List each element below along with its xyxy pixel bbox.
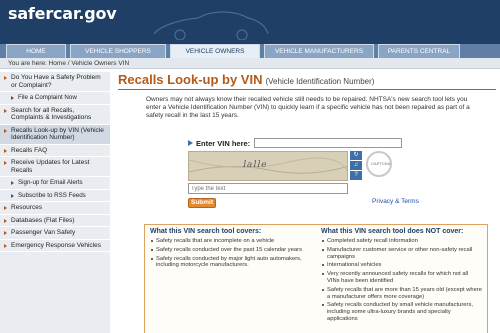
arrow-bullet-icon	[11, 96, 14, 100]
tab-parents-central[interactable]: PARENTS CENTRAL	[378, 44, 460, 58]
title-divider	[118, 89, 496, 90]
arrow-bullet-icon	[11, 193, 14, 198]
list-item: Safety recalls conducted by small vehicl…	[321, 302, 482, 322]
not-covers-title: What this VIN search tool does NOT cover…	[321, 228, 464, 235]
captcha-input[interactable]	[188, 183, 348, 194]
sidebar-item-label: Do You Have a Safety Problem or Complain…	[11, 74, 101, 89]
sidebar-item-recalls-by-vin[interactable]: Recalls Look-up by VIN (Vehicle Identifi…	[0, 124, 110, 145]
main-content: Recalls Look-up by VIN (Vehicle Identific…	[118, 72, 496, 333]
refresh-icon[interactable]: ↻	[350, 151, 362, 160]
sidebar-item-label: Recalls FAQ	[11, 146, 48, 154]
sidebar-item-resources[interactable]: Resources	[0, 202, 110, 215]
arrow-bullet-icon	[4, 243, 7, 248]
sidebar-item-recalls-faq[interactable]: Recalls FAQ	[0, 145, 110, 157]
sidebar-item-label: Emergency Response Vehicles	[11, 241, 101, 249]
sidebar-item-label: Receive Updates for Latest Recalls	[11, 159, 90, 174]
audio-icon[interactable]: ♫	[350, 161, 362, 170]
sidebar-item-label: Search for all Recalls, Complaints & Inv…	[11, 106, 92, 122]
tab-vehicle-manufacturers[interactable]: VEHICLE MANUFACTURERS	[264, 44, 374, 58]
arrow-bullet-icon	[4, 148, 7, 153]
covers-column: What this VIN search tool covers: Safety…	[145, 225, 316, 333]
list-item: Safety recalls conducted over the past 1…	[150, 247, 311, 254]
list-item: Safety recalls conducted by major light …	[150, 256, 311, 270]
not-covers-list: Completed safety recall information Manu…	[321, 238, 482, 323]
list-item: Completed safety recall information	[321, 238, 482, 245]
sidebar-item-databases[interactable]: Databases (Flat Files)	[0, 215, 110, 227]
coverage-box: What this VIN search tool covers: Safety…	[144, 224, 488, 333]
sidebar-item-receive-updates[interactable]: Receive Updates for Latest Recalls	[0, 157, 110, 177]
arrow-right-icon	[188, 140, 193, 146]
list-item: Manufacturer customer service or other n…	[321, 247, 482, 261]
tab-home[interactable]: HOME	[6, 44, 66, 58]
list-item: Safety recalls that are incomplete on a …	[150, 238, 311, 245]
list-item: Safety recalls that are more than 15 yea…	[321, 287, 482, 301]
tab-vehicle-owners[interactable]: VEHICLE OWNERS	[170, 44, 260, 58]
arrow-bullet-icon	[4, 76, 7, 80]
tab-vehicle-shoppers[interactable]: VEHICLE SHOPPERS	[70, 44, 166, 58]
sidebar-item-label: Passenger Van Safety	[11, 229, 76, 236]
sidebar-item-search-recalls[interactable]: Search for all Recalls, Complaints & Inv…	[0, 105, 110, 125]
privacy-terms-link[interactable]: Privacy & Terms	[372, 198, 419, 205]
list-item: International vehicles	[321, 262, 482, 269]
arrow-bullet-icon	[4, 108, 7, 113]
arrow-bullet-icon	[11, 181, 14, 185]
captcha-controls: ↻ ♫ ?	[350, 151, 362, 181]
captcha-logo-icon: CAPTCHA	[366, 151, 392, 177]
sidebar-item-emergency-vehicles[interactable]: Emergency Response Vehicles	[0, 240, 110, 252]
vin-label: Enter VIN here:	[196, 138, 251, 148]
submit-button[interactable]: Submit	[188, 198, 216, 208]
sidebar: Do You Have a Safety Problem or Complain…	[0, 72, 110, 333]
sidebar-item-file-complaint[interactable]: File a Complaint Now	[0, 92, 110, 105]
captcha-noise-graphic	[189, 157, 347, 174]
arrow-bullet-icon	[4, 231, 7, 235]
page-title-text: Recalls Look-up by VIN	[118, 72, 263, 87]
car-outline-graphic	[153, 11, 269, 40]
breadcrumb: You are here: Home / Vehicle Owners VIN	[0, 58, 500, 69]
sidebar-item-passenger-van[interactable]: Passenger Van Safety	[0, 227, 110, 240]
vin-form: Enter VIN here: lalle ↻ ♫ ? CAPTCHA Priv…	[188, 138, 420, 208]
sidebar-item-label: Resources	[11, 204, 43, 211]
sidebar-item-email-alerts[interactable]: Sign-up for Email Alerts	[0, 177, 110, 190]
arrow-bullet-icon	[4, 128, 7, 133]
covers-title: What this VIN search tool covers:	[150, 228, 262, 235]
not-covers-column: What this VIN search tool does NOT cover…	[316, 225, 487, 333]
sidebar-item-label: Subscribe to RSS Feeds	[18, 191, 86, 199]
help-icon[interactable]: ?	[350, 171, 362, 180]
vin-row: Enter VIN here:	[188, 138, 420, 148]
intro-text: Owners may not always know their recalle…	[146, 96, 470, 119]
sidebar-item-rss-feeds[interactable]: Subscribe to RSS Feeds	[0, 190, 110, 202]
arrow-bullet-icon	[4, 206, 7, 210]
arrow-bullet-icon	[4, 161, 7, 165]
site-logo[interactable]: safercar.gov	[8, 4, 117, 23]
captcha-image: lalle	[188, 151, 348, 181]
arrow-bullet-icon	[4, 218, 7, 223]
captcha-word: lalle	[241, 160, 269, 170]
vin-input[interactable]	[254, 138, 403, 148]
sidebar-item-label: Databases (Flat Files)	[11, 216, 75, 224]
sidebar-item-label: Recalls Look-up by VIN (Vehicle Identifi…	[11, 126, 104, 142]
captcha-brand: CAPTCHA	[371, 161, 391, 166]
main-nav: HOME VEHICLE SHOPPERS VEHICLE OWNERS VEH…	[0, 44, 500, 58]
sidebar-item-safety-problem[interactable]: Do You Have a Safety Problem or Complain…	[0, 72, 110, 92]
covers-list: Safety recalls that are incomplete on a …	[150, 238, 311, 269]
page-title-subtitle: (Vehicle Identification Number)	[265, 77, 375, 86]
sidebar-item-label: File a Complaint Now	[18, 94, 77, 101]
sidebar-item-label: Sign-up for Email Alerts	[18, 179, 83, 186]
list-item: Very recently announced safety recalls f…	[321, 271, 482, 285]
page-title: Recalls Look-up by VIN (Vehicle Identific…	[118, 72, 496, 87]
site-header: safercar.gov	[0, 0, 500, 44]
